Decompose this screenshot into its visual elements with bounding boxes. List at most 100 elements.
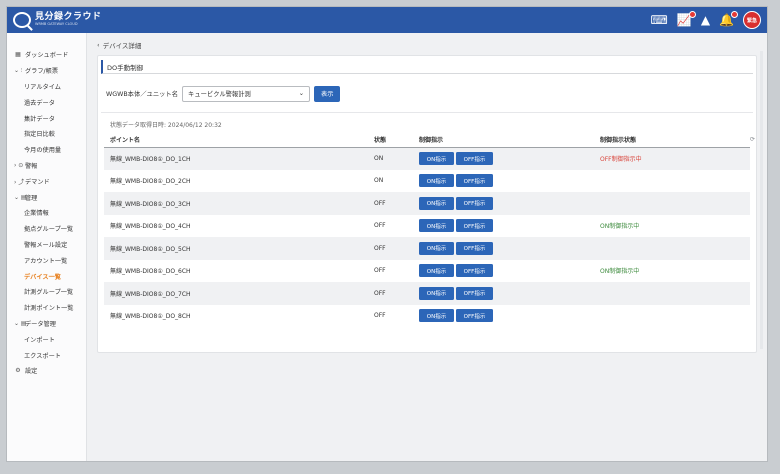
nav-icon: ⌄ ▤ xyxy=(14,319,27,327)
control-status xyxy=(600,282,750,305)
control-status: OFF制御指示中 xyxy=(600,147,750,170)
on-button[interactable]: ON指示 xyxy=(419,196,454,210)
app-title: 見分録クラウド xyxy=(35,12,102,23)
scrollbar[interactable] xyxy=(760,51,763,349)
nav-icon: › ⤴ xyxy=(14,178,25,186)
back-label: デバイス詳細 xyxy=(102,42,142,50)
control-status: ON制御指示中 xyxy=(600,268,640,276)
filter-label: WGWB本体／ユニット名 xyxy=(106,91,179,98)
on-button[interactable]: ON指示 xyxy=(419,286,454,300)
sidebar-item[interactable]: ⌄ ▤ データ管理 xyxy=(7,316,86,332)
sidebar-item[interactable]: アカウント一覧 xyxy=(7,252,86,268)
on-button[interactable]: ON指示 xyxy=(419,264,454,278)
gamepad-icon[interactable]: ⌨ xyxy=(651,14,668,26)
warning-icon[interactable]: ▲ xyxy=(701,14,710,26)
off-button[interactable]: OFF指示 xyxy=(456,286,493,300)
off-button[interactable]: OFF指示 xyxy=(456,174,493,188)
sidebar-item-label: データ管理 xyxy=(25,320,56,328)
back-link[interactable]: ‹ デバイス詳細 xyxy=(97,39,757,51)
sidebar-item[interactable]: インポート xyxy=(7,331,86,347)
point-state: OFF xyxy=(374,237,419,260)
top-bar: 見分録クラウド WRMB GATEWAY CLOUD ⌨ 📈 ▲ 🔔 緊急 xyxy=(7,7,767,33)
sidebar-item[interactable]: › ⊙ 警報 xyxy=(7,158,86,174)
sidebar-item[interactable]: 拠点グループ一覧 xyxy=(7,221,86,237)
on-button[interactable]: ON指示 xyxy=(419,241,454,255)
point-name: 無線_WMB-DIO8①_DO_2CH xyxy=(110,178,191,186)
sidebar-item[interactable]: ⚙ 設定 xyxy=(7,363,86,379)
point-state: ON xyxy=(374,147,419,170)
sidebar-item-label: インポート xyxy=(24,336,55,344)
col-state: 状態 xyxy=(374,132,419,148)
sidebar-item[interactable]: › ⤴ デマンド xyxy=(7,173,86,189)
sidebar-item-label: 計測ポイント一覧 xyxy=(24,305,74,313)
nav-icon: ⚙ xyxy=(15,367,21,375)
control-cell: ON指示 OFF指示 xyxy=(419,260,600,283)
point-name: 無線_WMB-DIO8①_DO_7CH xyxy=(104,282,374,305)
point-name: 無線_WMB-DIO8①_DO_5CH xyxy=(104,237,374,260)
on-button[interactable]: ON指示 xyxy=(419,309,454,323)
control-status xyxy=(600,192,750,215)
point-state: OFF xyxy=(374,192,419,215)
sidebar-item[interactable]: リアルタイム xyxy=(7,79,86,95)
sidebar-item-label: 指定日比較 xyxy=(24,131,55,139)
app-window: 見分録クラウド WRMB GATEWAY CLOUD ⌨ 📈 ▲ 🔔 緊急 ▦ ダ… xyxy=(6,6,768,462)
bell-icon[interactable]: 🔔 xyxy=(719,11,738,26)
sidebar-item[interactable]: 集計データ xyxy=(7,110,86,126)
point-name: 無線_WMB-DIO8①_DO_4CH xyxy=(110,223,191,231)
emergency-badge[interactable]: 緊急 xyxy=(743,11,761,29)
point-state: OFF xyxy=(374,282,419,305)
control-cell: ON指示 OFF指示 xyxy=(419,147,600,170)
off-button[interactable]: OFF指示 xyxy=(456,219,493,233)
sidebar-item[interactable]: 指定日比較 xyxy=(7,126,86,142)
sidebar-item[interactable]: 計測グループ一覧 xyxy=(7,284,86,300)
show-button[interactable]: 表示 xyxy=(314,85,341,102)
sidebar-item[interactable]: 過去データ xyxy=(7,94,86,110)
magnifier-logo-icon xyxy=(13,12,31,28)
sidebar-item-label: グラフ/帳票 xyxy=(25,68,59,76)
on-button[interactable]: ON指示 xyxy=(419,219,454,233)
app-logo[interactable]: 見分録クラウド WRMB GATEWAY CLOUD xyxy=(13,12,102,28)
col-control: 制御指示 xyxy=(419,132,600,148)
sidebar-item[interactable]: ⌄ ▤ 管理 xyxy=(7,189,86,205)
control-cell: ON指示 OFF指示 xyxy=(419,237,600,260)
sidebar-item-label: デマンド xyxy=(25,178,50,186)
sidebar-item-label: 警報 xyxy=(25,162,38,170)
sidebar-item-label: 拠点グループ一覧 xyxy=(24,226,74,234)
sidebar-item[interactable]: 今月の使用量 xyxy=(7,142,86,158)
sidebar-item-label: アカウント一覧 xyxy=(24,257,68,265)
sidebar-item[interactable]: 警報メール設定 xyxy=(7,237,86,253)
sidebar-item-label: 警報メール設定 xyxy=(24,241,68,249)
sidebar-item[interactable]: エクスポート xyxy=(7,347,86,363)
point-state: OFF xyxy=(374,267,386,275)
sidebar-item[interactable]: 企業情報 xyxy=(7,205,86,221)
table-row: 無線_WMB-DIO8①_DO_1CH ON ON指示 OFF指示 OFF制御指示中 xyxy=(104,147,750,170)
off-button[interactable]: OFF指示 xyxy=(456,241,493,255)
sidebar-item-label: デバイス一覧 xyxy=(24,273,61,281)
sidebar: ▦ ダッシュボード ⌄ ⫶ グラフ/帳票 リアルタイム 過去データ集計データ指定日比較今月… xyxy=(7,33,87,461)
table-row: 無線_WMB-DIO8①_DO_3CH OFF ON指示 OFF指示 xyxy=(104,192,750,215)
unit-filter: WGWB本体／ユニット名 キュービクル警報計測 ⌄ 表示 xyxy=(98,74,756,104)
sidebar-item[interactable]: 計測ポイント一覧 xyxy=(7,300,86,316)
table-row: 無線_WMB-DIO8①_DO_5CH OFF ON指示 OFF指示 xyxy=(104,237,750,260)
sidebar-item[interactable]: ▦ ダッシュボード xyxy=(7,47,86,63)
on-button[interactable]: ON指示 xyxy=(419,152,454,165)
do-control-card: DO手動制御 WGWB本体／ユニット名 キュービクル警報計測 ⌄ 表示 状態デー… xyxy=(97,55,757,353)
trend-chart-icon[interactable]: 📈 xyxy=(677,11,696,26)
control-cell: ON指示 OFF指示 xyxy=(419,170,600,193)
point-table: ポイント名 状態 制御指示 制御指示状態 ⟳ 無線_WMB-DIO8①_DO_1… xyxy=(104,132,755,328)
chevron-down-icon: ⌄ xyxy=(298,90,305,97)
table-row: 無線_WMB-DIO8①_DO_4CH OFF ON指示 OFF指示 ON制御指示中 xyxy=(104,215,750,238)
sidebar-item-label: 集計データ xyxy=(24,115,55,123)
unit-select[interactable]: キュービクル警報計測 ⌄ xyxy=(182,85,311,102)
on-button[interactable]: ON指示 xyxy=(419,174,454,188)
off-button[interactable]: OFF指示 xyxy=(456,196,493,210)
point-state: OFF xyxy=(374,222,386,230)
point-name: 無線_WMB-DIO8①_DO_1CH xyxy=(104,147,374,170)
sidebar-item[interactable]: ⌄ ⫶ グラフ/帳票 xyxy=(7,63,86,79)
off-button[interactable]: OFF指示 xyxy=(456,264,493,278)
table-row: 無線_WMB-DIO8①_DO_8CH OFF ON指示 OFF指示 xyxy=(104,305,750,328)
control-status xyxy=(600,237,750,260)
sidebar-item[interactable]: デバイス一覧 xyxy=(7,268,86,284)
off-button[interactable]: OFF指示 xyxy=(456,152,493,165)
off-button[interactable]: OFF指示 xyxy=(456,309,493,323)
